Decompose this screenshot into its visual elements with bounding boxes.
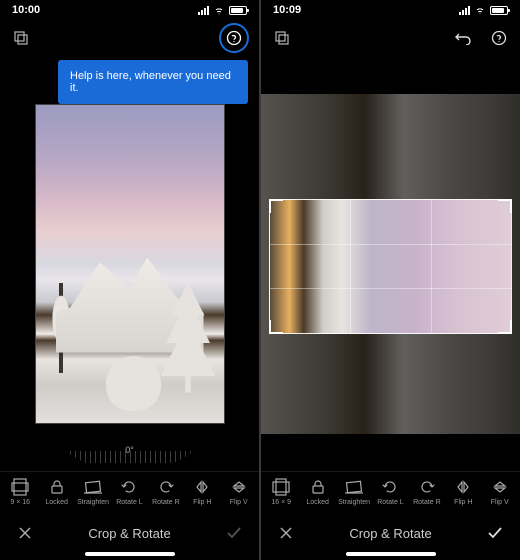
tool-flip-h[interactable]: Flip H	[445, 478, 481, 506]
tool-label: Rotate L	[116, 499, 142, 506]
phone-left: 10:00 Help is here, whenever you need it…	[0, 0, 259, 560]
tool-label: Locked	[306, 499, 329, 506]
copy-icon[interactable]	[271, 27, 293, 49]
crop-handle-bl[interactable]	[269, 320, 283, 334]
rotate-left-icon	[381, 478, 399, 496]
crop-handle-br[interactable]	[498, 320, 512, 334]
top-bar	[261, 20, 520, 56]
crop-handle-tr[interactable]	[498, 199, 512, 213]
help-icon[interactable]	[219, 23, 249, 53]
bottom-bar: Crop & Rotate	[0, 512, 259, 550]
status-time: 10:09	[273, 4, 301, 16]
cancel-button[interactable]	[14, 522, 36, 544]
tool-rotate-r[interactable]: Rotate R	[409, 478, 445, 506]
tool-label: Flip H	[454, 499, 472, 506]
battery-icon	[229, 6, 247, 15]
tool-straighten[interactable]: Straighten	[75, 478, 111, 506]
tool-label: Straighten	[77, 499, 109, 506]
tool-label: 16 × 9	[271, 499, 291, 506]
tool-label: Flip V	[491, 499, 509, 506]
mode-title: Crop & Rotate	[88, 526, 170, 541]
tool-rotate-l[interactable]: Rotate L	[111, 478, 147, 506]
tool-label: Straighten	[338, 499, 370, 506]
aspect-icon	[11, 478, 29, 496]
mode-title: Crop & Rotate	[349, 526, 431, 541]
tool-label: Rotate R	[413, 499, 441, 506]
confirm-button[interactable]	[484, 522, 506, 544]
flip-h-icon	[193, 478, 211, 496]
status-bar: 10:09	[261, 0, 520, 20]
tool-locked[interactable]: Locked	[38, 478, 74, 506]
status-time: 10:00	[12, 4, 40, 16]
crop-handle-tl[interactable]	[269, 199, 283, 213]
photo-preview	[35, 104, 225, 424]
photo-canvas[interactable]: 0°	[0, 56, 259, 471]
tool-label: Locked	[45, 499, 68, 506]
tool-label: 9 × 16	[10, 499, 30, 506]
cancel-button[interactable]	[275, 522, 297, 544]
photo-canvas[interactable]	[261, 56, 520, 471]
status-bar: 10:00	[0, 0, 259, 20]
crop-box[interactable]	[269, 199, 512, 334]
top-bar	[0, 20, 259, 56]
rotate-right-icon	[157, 478, 175, 496]
straighten-icon	[84, 478, 102, 496]
tool-label: Flip V	[230, 499, 248, 506]
home-indicator[interactable]	[346, 552, 436, 556]
tool-label: Rotate L	[377, 499, 403, 506]
flip-v-icon	[230, 478, 248, 496]
cellular-icon	[198, 6, 209, 15]
confirm-button[interactable]	[223, 522, 245, 544]
phone-right: 10:09	[261, 0, 520, 560]
wifi-icon	[213, 6, 225, 15]
cellular-icon	[459, 6, 470, 15]
wifi-icon	[474, 6, 486, 15]
tool-flip-v[interactable]: Flip V	[221, 478, 257, 506]
crop-toolbar: 16 × 9 Locked Straighten Rotate L Rotate…	[261, 471, 520, 512]
rotate-right-icon	[418, 478, 436, 496]
tool-rotate-l[interactable]: Rotate L	[372, 478, 408, 506]
flip-h-icon	[454, 478, 472, 496]
copy-icon[interactable]	[10, 27, 32, 49]
aspect-icon	[272, 478, 290, 496]
bottom-bar: Crop & Rotate	[261, 512, 520, 550]
tool-aspect[interactable]: 16 × 9	[263, 478, 299, 506]
lock-icon	[309, 478, 327, 496]
photo-preview	[261, 94, 520, 434]
battery-icon	[490, 6, 508, 15]
flip-v-icon	[491, 478, 509, 496]
help-icon[interactable]	[488, 27, 510, 49]
home-indicator[interactable]	[85, 552, 175, 556]
tool-locked[interactable]: Locked	[299, 478, 335, 506]
lock-icon	[48, 478, 66, 496]
crop-toolbar: 9 × 16 Locked Straighten Rotate L Rotate…	[0, 471, 259, 512]
help-tooltip: Help is here, whenever you need it.	[58, 60, 248, 104]
straighten-icon	[345, 478, 363, 496]
status-indicators	[198, 6, 247, 15]
tool-label: Rotate R	[152, 499, 180, 506]
tool-flip-v[interactable]: Flip V	[482, 478, 518, 506]
undo-icon[interactable]	[452, 27, 474, 49]
angle-dial[interactable]: 0°	[50, 433, 210, 463]
tool-label: Flip H	[193, 499, 211, 506]
angle-value: 0°	[125, 445, 134, 455]
tool-straighten[interactable]: Straighten	[336, 478, 372, 506]
status-indicators	[459, 6, 508, 15]
tool-aspect[interactable]: 9 × 16	[2, 478, 38, 506]
tool-flip-h[interactable]: Flip H	[184, 478, 220, 506]
tool-rotate-r[interactable]: Rotate R	[148, 478, 184, 506]
rotate-left-icon	[120, 478, 138, 496]
